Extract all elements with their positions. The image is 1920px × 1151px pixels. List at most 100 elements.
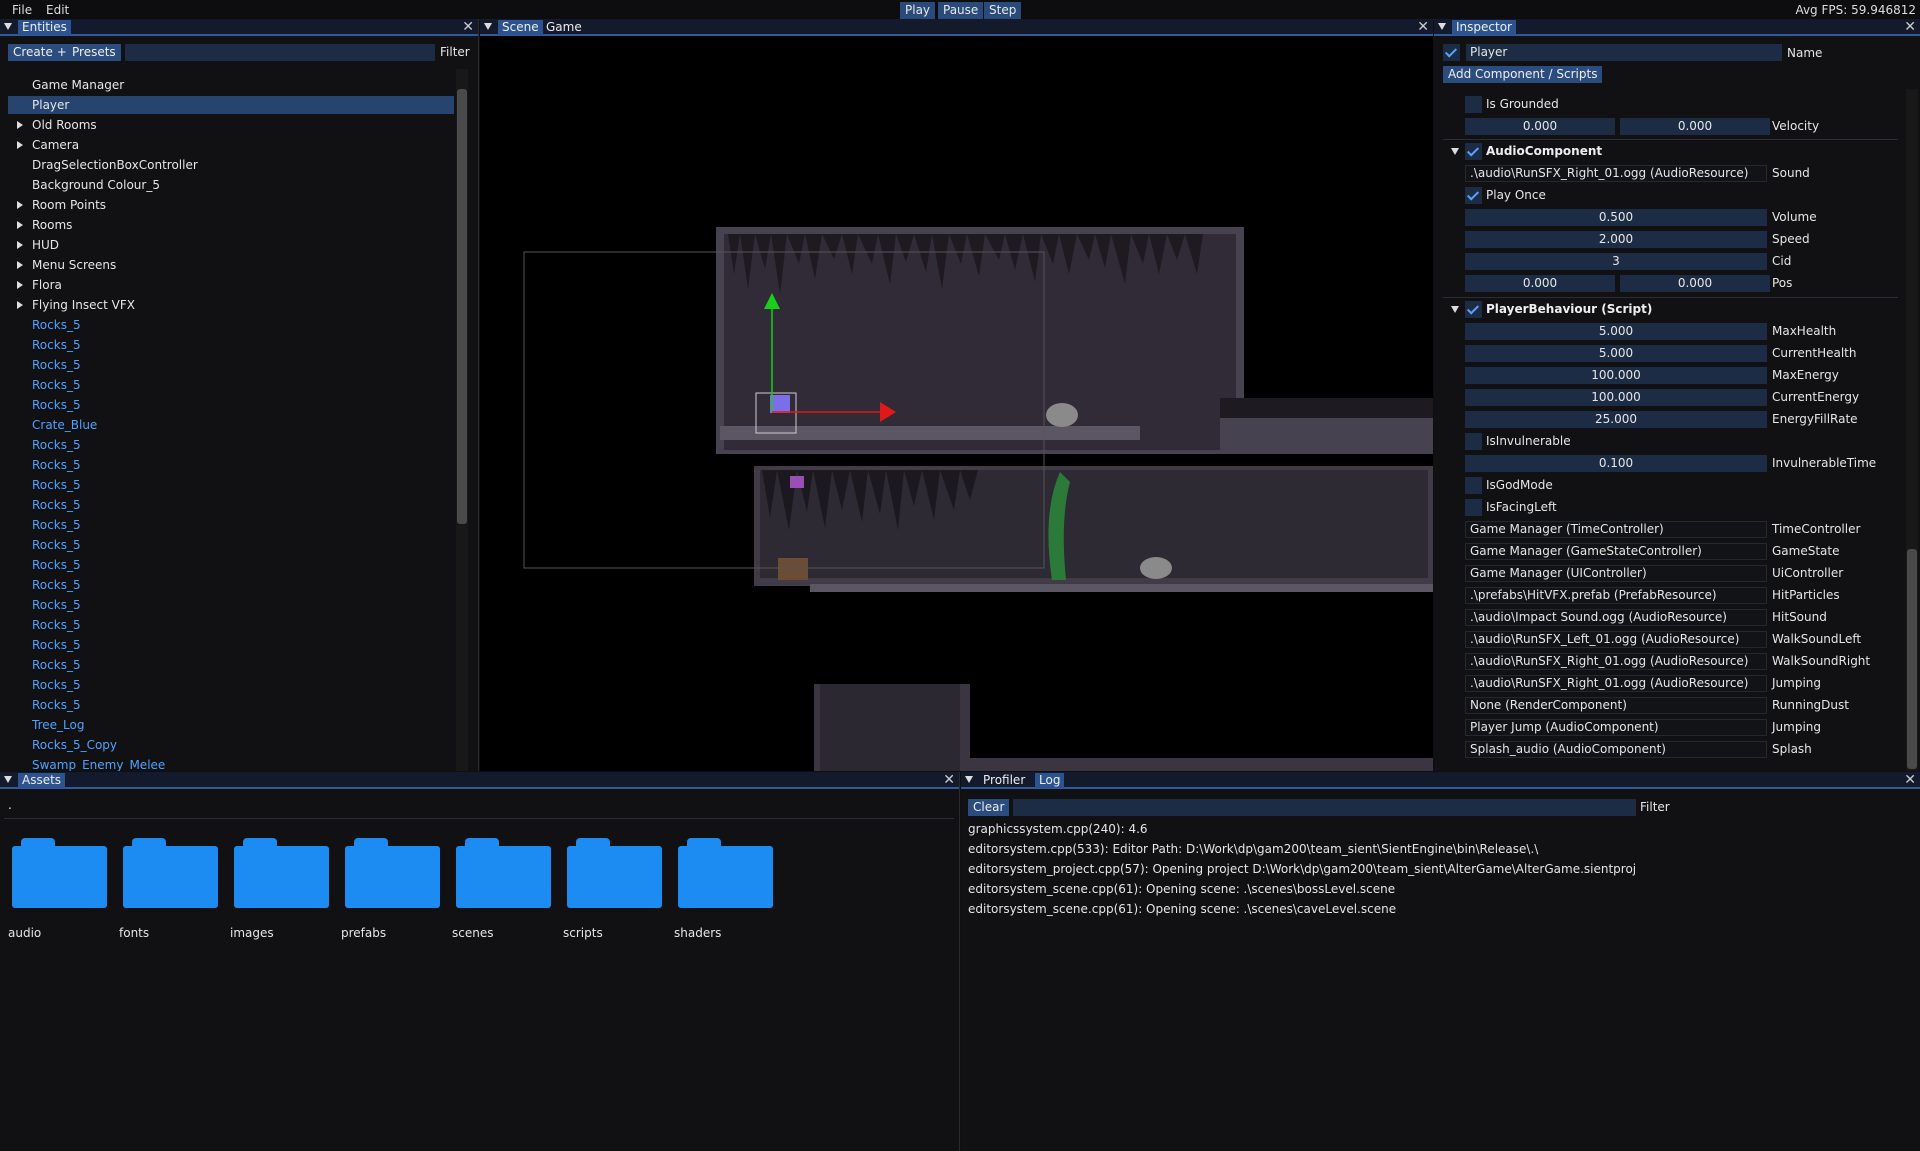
reference-field[interactable]: .\audio\RunSFX_Right_01.ogg (AudioResour… [1465, 675, 1767, 692]
collapse-icon[interactable] [484, 23, 492, 30]
tree-item[interactable]: Background Colour_5 [8, 176, 454, 194]
tree-item[interactable]: Flying Insect VFX [8, 296, 454, 314]
folder-label[interactable]: prefabs [341, 926, 386, 940]
tree-item[interactable]: Rocks_5 [8, 616, 454, 634]
velocity-y-field[interactable]: 0.000 [1620, 118, 1770, 135]
folder-label[interactable]: images [230, 926, 274, 940]
expand-arrow-icon[interactable] [17, 121, 23, 129]
tab-scene[interactable]: Scene [498, 20, 543, 35]
close-icon[interactable]: ✕ [1904, 19, 1916, 36]
audio-enabled-checkbox[interactable] [1465, 143, 1482, 160]
close-icon[interactable]: ✕ [1417, 19, 1429, 36]
folder-icon[interactable] [123, 838, 218, 908]
tree-item[interactable]: Rooms [8, 216, 454, 234]
expand-arrow-icon[interactable] [17, 201, 23, 209]
tree-item[interactable]: Rocks_5 [8, 556, 454, 574]
tree-item[interactable]: Rocks_5 [8, 476, 454, 494]
tree-item[interactable]: Menu Screens [8, 256, 454, 274]
tree-item[interactable]: Rocks_5 [8, 536, 454, 554]
cid-field[interactable]: 3 [1465, 253, 1767, 270]
folder-icon[interactable] [456, 838, 551, 908]
tree-item[interactable]: Game Manager [8, 76, 454, 94]
entity-name-input[interactable]: Player [1466, 44, 1782, 61]
facingleft-checkbox[interactable] [1465, 499, 1482, 516]
volume-field[interactable]: 0.500 [1465, 209, 1767, 226]
invulnerable-time-field[interactable]: 0.100 [1465, 455, 1767, 472]
reference-field[interactable]: Game Manager (TimeController) [1465, 521, 1767, 538]
tree-item[interactable]: Camera [8, 136, 454, 154]
collapse-icon[interactable] [1451, 306, 1459, 313]
tree-item[interactable]: Rocks_5 [8, 356, 454, 374]
tree-item[interactable]: Rocks_5 [8, 696, 454, 714]
tree-item[interactable]: Rocks_5 [8, 436, 454, 454]
tab-log[interactable]: Log [1035, 773, 1065, 788]
reference-field[interactable]: .\audio\RunSFX_Left_01.ogg (AudioResourc… [1465, 631, 1767, 648]
menu-edit[interactable]: Edit [46, 3, 69, 17]
is-grounded-checkbox[interactable] [1465, 96, 1482, 113]
tree-item[interactable]: Rocks_5 [8, 456, 454, 474]
tree-item[interactable]: Rocks_5 [8, 576, 454, 594]
tree-item[interactable]: Tree_Log [8, 716, 454, 734]
add-component-button[interactable]: Add Component / Scripts [1443, 66, 1603, 83]
behaviour-value-field[interactable]: 25.000 [1465, 411, 1767, 428]
behaviour-value-field[interactable]: 100.000 [1465, 367, 1767, 384]
behaviour-value-field[interactable]: 5.000 [1465, 345, 1767, 362]
godmode-checkbox[interactable] [1465, 477, 1482, 494]
tree-item[interactable]: Rocks_5 [8, 336, 454, 354]
pos-x-field[interactable]: 0.000 [1465, 275, 1615, 292]
create-button[interactable]: Create + [8, 44, 72, 61]
tree-item[interactable]: Old Rooms [8, 116, 454, 134]
pos-y-field[interactable]: 0.000 [1620, 275, 1770, 292]
tab-profiler[interactable]: Profiler [979, 773, 1029, 788]
folder-icon[interactable] [567, 838, 662, 908]
tree-item[interactable]: Rocks_5 [8, 376, 454, 394]
tree-item[interactable]: Player [8, 96, 454, 114]
tree-item[interactable]: Rocks_5 [8, 516, 454, 534]
tree-item[interactable]: Rocks_5 [8, 676, 454, 694]
reference-field[interactable]: Game Manager (GameStateController) [1465, 543, 1767, 560]
entity-active-checkbox[interactable] [1443, 44, 1460, 61]
folder-label[interactable]: scripts [563, 926, 603, 940]
inspector-tab[interactable]: Inspector [1452, 20, 1516, 35]
folder-label[interactable]: scenes [452, 926, 493, 940]
expand-arrow-icon[interactable] [17, 301, 23, 309]
invulnerable-checkbox[interactable] [1465, 433, 1482, 450]
folder-icon[interactable] [678, 838, 773, 908]
folder-icon[interactable] [12, 838, 107, 908]
reference-field[interactable]: Game Manager (UIController) [1465, 565, 1767, 582]
entities-tab[interactable]: Entities [18, 20, 71, 35]
collapse-icon[interactable] [1451, 148, 1459, 155]
sound-field[interactable]: .\audio\RunSFX_Right_01.ogg (AudioResour… [1465, 165, 1767, 182]
behaviour-value-field[interactable]: 5.000 [1465, 323, 1767, 340]
expand-arrow-icon[interactable] [17, 261, 23, 269]
entity-scrollbar-thumb[interactable] [457, 89, 467, 524]
presets-button[interactable]: Presets [67, 44, 121, 61]
assets-tab[interactable]: Assets [18, 773, 66, 788]
tree-item[interactable]: Rocks_5 [8, 316, 454, 334]
folder-label[interactable]: shaders [674, 926, 721, 940]
speed-field[interactable]: 2.000 [1465, 231, 1767, 248]
tab-game[interactable]: Game [542, 20, 586, 35]
behaviour-value-field[interactable]: 100.000 [1465, 389, 1767, 406]
inspector-scrollbar[interactable] [1906, 89, 1918, 771]
collapse-icon[interactable] [4, 776, 12, 783]
expand-arrow-icon[interactable] [17, 141, 23, 149]
tree-item[interactable]: Rocks_5 [8, 496, 454, 514]
close-icon[interactable]: ✕ [1904, 772, 1916, 789]
play-once-checkbox[interactable] [1465, 187, 1482, 204]
tree-item[interactable]: Rocks_5_Copy [8, 736, 454, 754]
tree-item[interactable]: Rocks_5 [8, 596, 454, 614]
close-icon[interactable]: ✕ [462, 19, 474, 36]
reference-field[interactable]: Player Jump (AudioComponent) [1465, 719, 1767, 736]
step-button[interactable]: Step [984, 2, 1022, 19]
clear-log-button[interactable]: Clear [968, 799, 1010, 816]
tree-item[interactable]: Rocks_5 [8, 636, 454, 654]
reference-field[interactable]: .\audio\Impact Sound.ogg (AudioResource) [1465, 609, 1767, 626]
folder-icon[interactable] [345, 838, 440, 908]
collapse-icon[interactable] [965, 776, 973, 783]
scene-viewport[interactable] [480, 38, 1433, 771]
velocity-x-field[interactable]: 0.000 [1465, 118, 1615, 135]
reference-field[interactable]: None (RenderComponent) [1465, 697, 1767, 714]
log-filter-input[interactable] [1013, 799, 1636, 816]
tree-item[interactable]: HUD [8, 236, 454, 254]
